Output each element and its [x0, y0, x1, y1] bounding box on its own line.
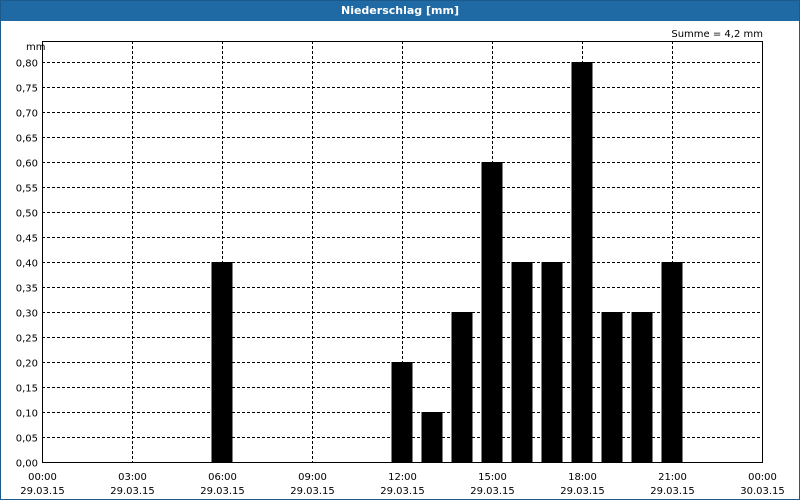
precipitation-bar — [631, 312, 653, 462]
x-tick-time-label: 03:00 — [118, 472, 147, 483]
y-tick-label: 0,65 — [16, 134, 38, 145]
precipitation-bar — [571, 62, 593, 462]
x-tick-date-label: 29.03.15 — [650, 486, 695, 497]
y-tick-label: 0,20 — [16, 359, 38, 370]
y-tick-label: 0,05 — [16, 434, 38, 445]
x-tick-time-label: 15:00 — [478, 472, 507, 483]
precipitation-bar-chart: 0,00 0,05 0,10 0,15 0,20 0,25 0,30 0,35 0,40 0,45… — [16, 29, 785, 497]
y-tick-label: 0,50 — [16, 209, 38, 220]
y-tick-label: 0,55 — [16, 184, 38, 195]
sum-annotation: Summe = 4,2 mm — [671, 29, 763, 40]
x-tick-time-label: 09:00 — [298, 472, 327, 483]
y-tick-label: 0,25 — [16, 334, 38, 345]
x-tick-date-label: 29.03.15 — [560, 486, 605, 497]
precipitation-bar — [601, 312, 623, 462]
precipitation-bar — [391, 362, 413, 462]
y-unit-label: mm — [26, 42, 45, 53]
precipitation-bar — [481, 162, 503, 462]
precipitation-bar — [421, 412, 443, 462]
x-tick-date-label: 29.03.15 — [20, 486, 65, 497]
y-tick-label: 0,75 — [16, 84, 38, 95]
x-tick-time-label: 00:00 — [748, 472, 777, 483]
x-tick-date-label: 30.03.15 — [740, 486, 785, 497]
x-tick-time-label: 21:00 — [658, 472, 687, 483]
y-tick-label: 0,30 — [16, 309, 38, 320]
y-tick-label: 0,45 — [16, 234, 38, 245]
y-tick-label: 0,70 — [16, 109, 38, 120]
precipitation-bar — [541, 262, 563, 462]
y-tick-label: 0,60 — [16, 159, 38, 170]
x-tick-date-label: 29.03.15 — [290, 486, 335, 497]
y-tick-label: 0,80 — [16, 59, 38, 70]
x-tick-date-label: 29.03.15 — [200, 486, 245, 497]
x-tick-date-label: 29.03.15 — [380, 486, 425, 497]
precipitation-bar — [211, 262, 233, 462]
y-tick-label: 0,35 — [16, 284, 38, 295]
y-tick-label: 0,15 — [16, 384, 38, 395]
y-tick-label: 0,10 — [16, 409, 38, 420]
precipitation-bar — [511, 262, 533, 462]
chart-window: Niederschlag [mm] 0,00 0,05 0,10 0,15 0,20 0,… — [0, 0, 800, 500]
x-tick-time-label: 00:00 — [28, 472, 57, 483]
x-tick-date-label: 29.03.15 — [110, 486, 155, 497]
x-tick-time-label: 18:00 — [568, 472, 597, 483]
precipitation-bar — [451, 312, 473, 462]
x-tick-date-label: 29.03.15 — [470, 486, 515, 497]
x-tick-time-label: 12:00 — [388, 472, 417, 483]
x-tick-time-label: 06:00 — [208, 472, 237, 483]
precipitation-bar — [661, 262, 683, 462]
y-tick-label: 0,00 — [16, 459, 38, 470]
y-tick-label: 0,40 — [16, 259, 38, 270]
